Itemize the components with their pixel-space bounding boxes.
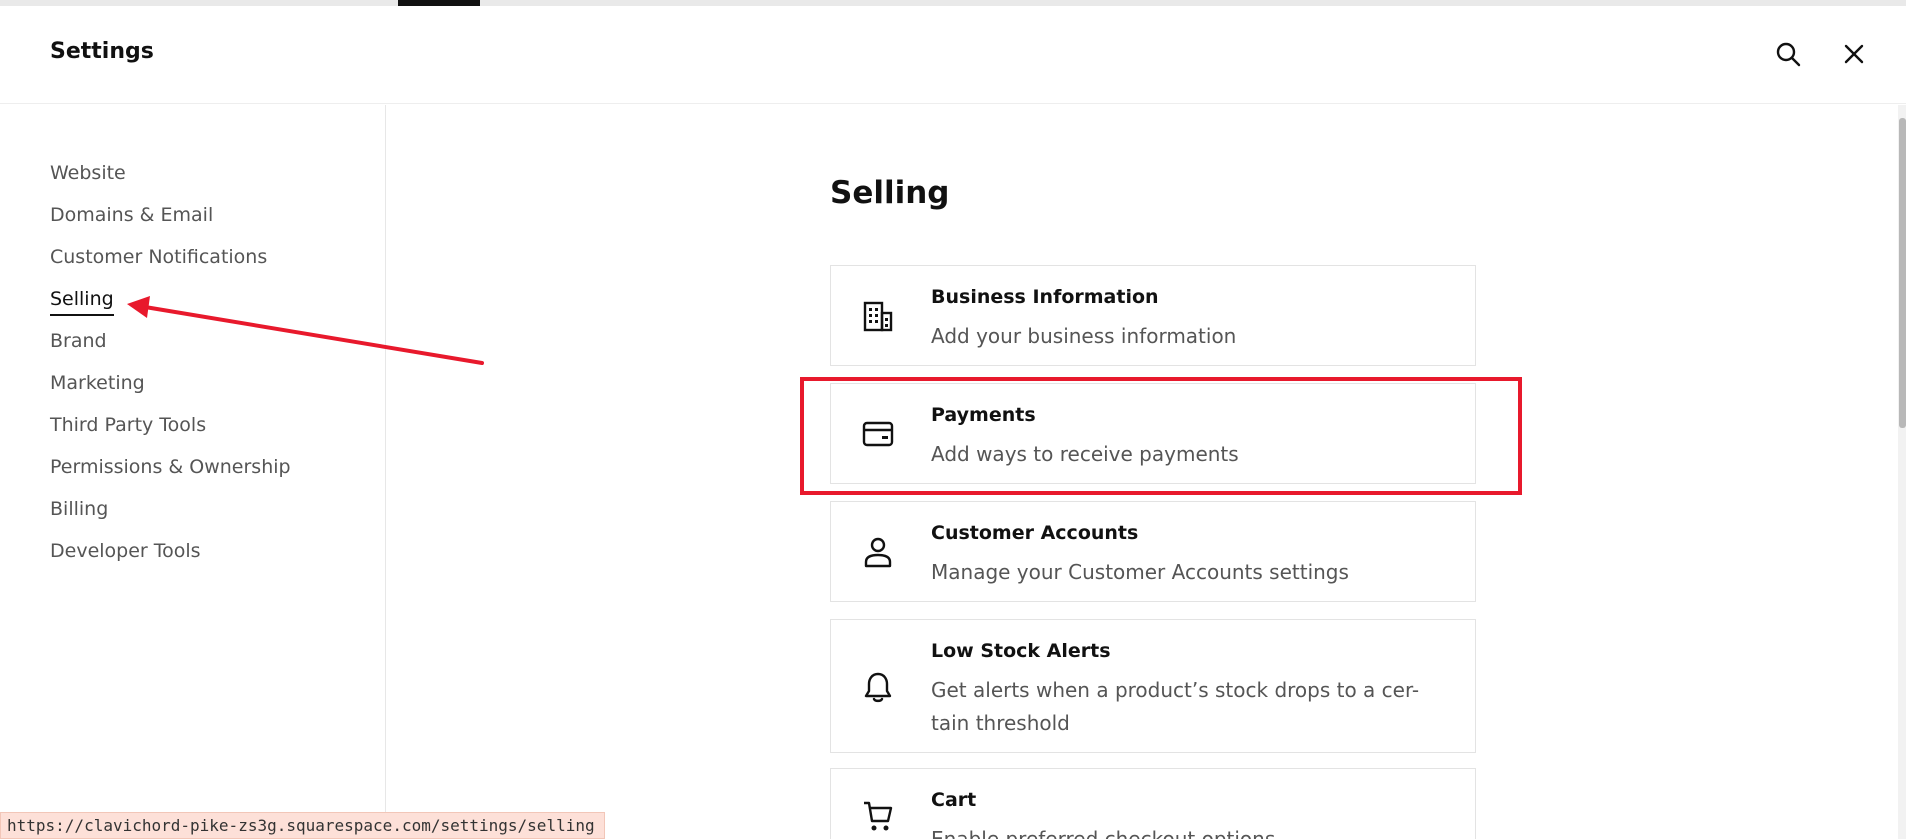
page-title: Settings xyxy=(50,39,154,64)
customer-accounts-card[interactable]: Customer Accounts Manage your Customer A… xyxy=(830,501,1476,602)
bell-icon xyxy=(861,670,895,704)
card-title: Business Information xyxy=(931,286,1159,308)
scrollbar-thumb[interactable] xyxy=(1899,118,1906,428)
settings-main-panel: Selling Business Information Add your bu… xyxy=(387,105,1906,839)
card-description: Add ways to receive payments xyxy=(931,442,1239,466)
card-description: Get alerts when a product’s stock drops … xyxy=(931,678,1420,735)
card-description: Manage your Customer Accounts settings xyxy=(931,560,1349,584)
cart-card[interactable]: Cart Enable preferred checkout options xyxy=(830,768,1476,839)
card-title: Payments xyxy=(931,404,1036,426)
card-description: Add your business information xyxy=(931,324,1237,348)
close-icon xyxy=(1844,44,1864,64)
card-title: Cart xyxy=(931,789,977,811)
sidebar-item-marketing[interactable]: Marketing xyxy=(50,372,145,394)
close-button[interactable] xyxy=(1837,37,1871,71)
card-title: Low Stock Alerts xyxy=(931,640,1111,662)
sidebar-item-domains-email[interactable]: Domains & Email xyxy=(50,204,213,226)
sidebar-item-permissions-ownership[interactable]: Permissions & Ownership xyxy=(50,456,291,478)
sidebar-item-billing[interactable]: Billing xyxy=(50,498,108,520)
search-icon xyxy=(1776,42,1801,67)
search-button[interactable] xyxy=(1771,37,1805,71)
settings-sidebar: Website Domains & Email Customer Notific… xyxy=(0,105,386,839)
business-information-card[interactable]: Business Information Add your business i… xyxy=(830,265,1476,366)
section-title: Selling xyxy=(830,175,950,211)
sidebar-item-developer-tools[interactable]: Developer Tools xyxy=(50,540,201,562)
card-description: Enable preferred checkout options xyxy=(931,827,1276,839)
sidebar-item-customer-notifications[interactable]: Customer Notifications xyxy=(50,246,267,268)
sidebar-item-website[interactable]: Website xyxy=(50,162,126,184)
credit-card-icon xyxy=(861,417,895,451)
sidebar-item-brand[interactable]: Brand xyxy=(50,330,107,352)
person-icon xyxy=(861,535,895,569)
low-stock-alerts-card[interactable]: Low Stock Alerts Get alerts when a produ… xyxy=(830,619,1476,753)
sidebar-item-third-party-tools[interactable]: Third Party Tools xyxy=(50,414,206,436)
settings-header: Settings xyxy=(0,6,1906,104)
payments-card[interactable]: Payments Add ways to receive payments xyxy=(830,383,1476,484)
cart-icon xyxy=(861,799,895,833)
status-bar-url: https://clavichord-pike-zs3g.squarespace… xyxy=(0,812,605,839)
sidebar-item-selling[interactable]: Selling xyxy=(50,288,114,316)
building-icon xyxy=(861,299,895,333)
card-title: Customer Accounts xyxy=(931,522,1139,544)
